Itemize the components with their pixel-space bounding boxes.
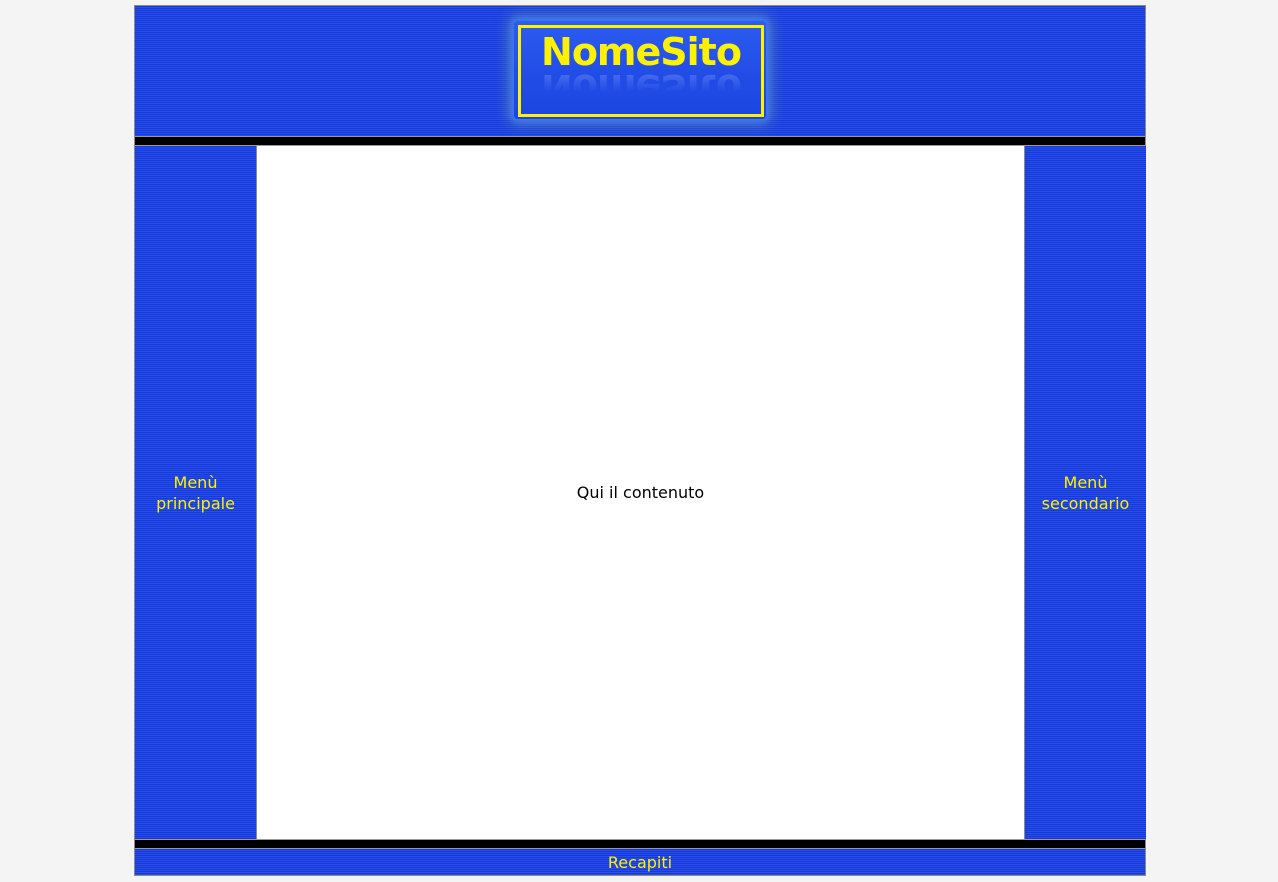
secondary-menu-label-line2: secondario xyxy=(1041,493,1130,513)
site-header: NomeSito NomeSito xyxy=(135,6,1145,136)
logo-reflection: NomeSito xyxy=(541,66,741,110)
main-menu-label-line2: principale xyxy=(156,493,235,513)
footer-divider xyxy=(135,839,1145,849)
secondary-menu-panel: Menù secondario xyxy=(1024,146,1146,839)
site-logo[interactable]: NomeSito NomeSito xyxy=(514,21,766,119)
secondary-menu-link[interactable]: Menù secondario xyxy=(1042,472,1130,514)
contacts-link[interactable]: Recapiti xyxy=(608,853,672,872)
main-menu-panel: Menù principale xyxy=(135,146,257,839)
page-frame: NomeSito NomeSito Menù principale Qui il… xyxy=(134,5,1146,876)
logo-frame: NomeSito NomeSito xyxy=(518,25,764,117)
secondary-menu-label-line1: Menù xyxy=(1063,472,1108,492)
content-placeholder: Qui il contenuto xyxy=(576,483,705,502)
site-footer: Recapiti xyxy=(135,849,1145,875)
header-divider xyxy=(135,136,1145,146)
main-menu-link[interactable]: Menù principale xyxy=(156,472,235,514)
content-area: Qui il contenuto xyxy=(257,146,1024,839)
main-menu-label-line1: Menù xyxy=(173,472,218,492)
